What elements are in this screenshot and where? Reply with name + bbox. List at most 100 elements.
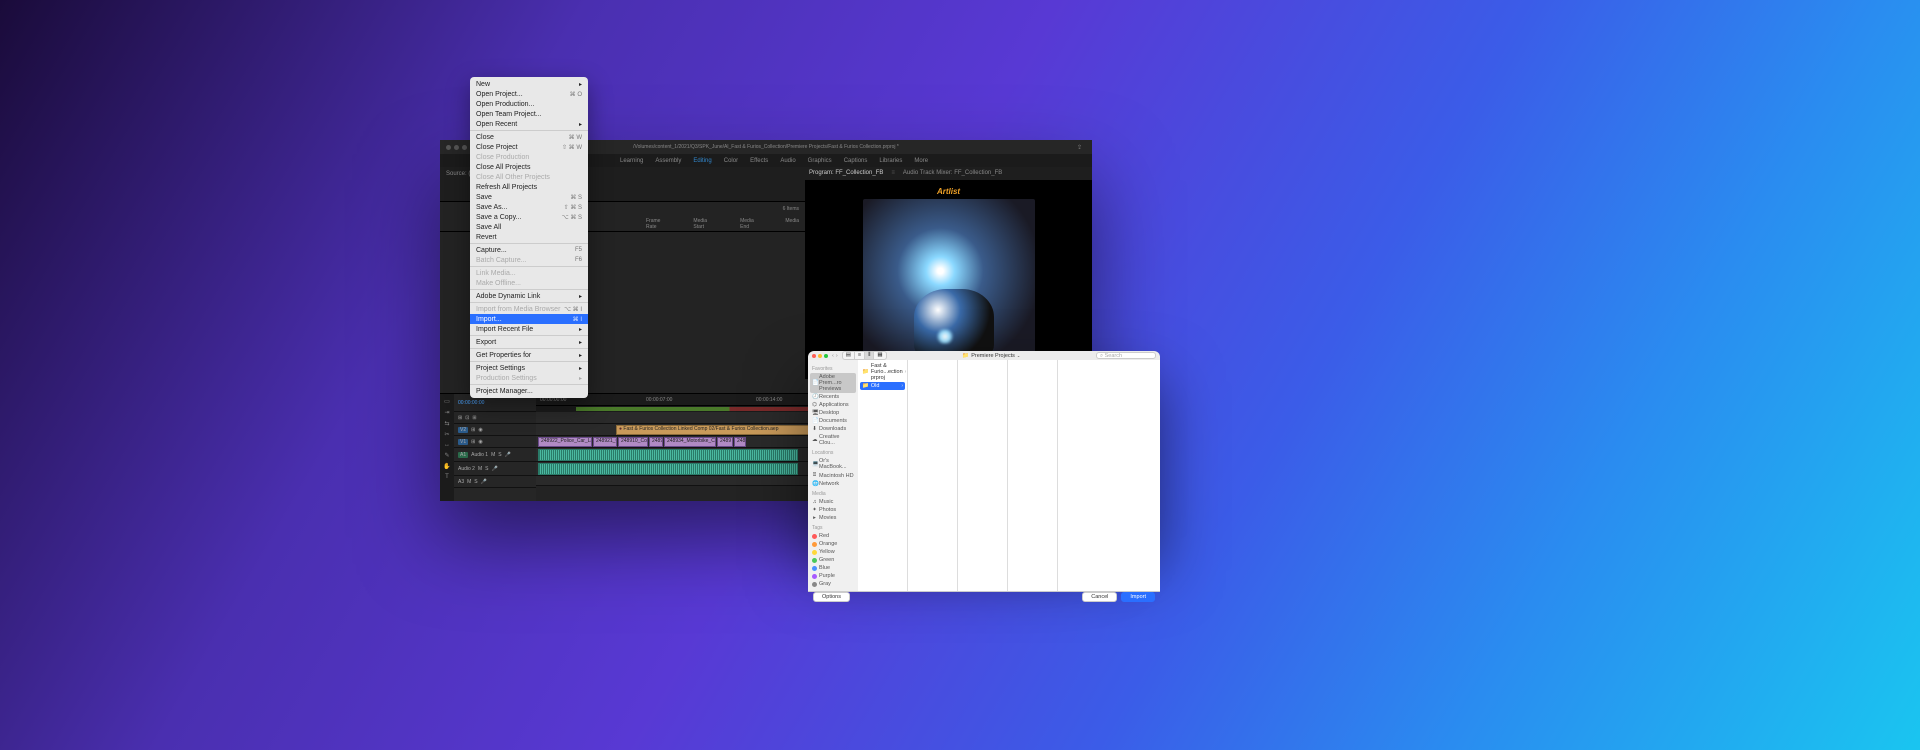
sidebar-item-or-s-macbook[interactable]: 💻Or's MacBook... (810, 457, 856, 471)
sidebar-item-green[interactable]: Green (810, 556, 856, 564)
sidebar-item-macintosh-hd[interactable]: ⌸Macintosh HD (810, 471, 856, 480)
sidebar-item-recents[interactable]: 🕘Recents (810, 393, 856, 401)
sidebar-item-purple[interactable]: Purple (810, 572, 856, 580)
file-item[interactable]: 📁Old› (860, 382, 905, 390)
share-icon[interactable]: ⇪ (1077, 144, 1082, 151)
menu-item-project-manager[interactable]: Project Manager... (470, 386, 588, 396)
menu-item-project-settings[interactable]: Project Settings▸ (470, 363, 588, 373)
sidebar-item-downloads[interactable]: ⬇︎Downloads (810, 425, 856, 433)
menu-item-new[interactable]: New▸ (470, 79, 588, 89)
audio-mixer-tab[interactable]: Audio Track Mixer: FF_Collection_FB (903, 170, 1002, 176)
linked-comp-clip[interactable]: ● Fast & Furios Collection Linked Comp 0… (616, 425, 816, 435)
sidebar-item-applications[interactable]: ⌬Applications (810, 401, 856, 409)
menu-item-open-team-project[interactable]: Open Team Project... (470, 109, 588, 119)
ws-assembly[interactable]: Assembly (655, 158, 681, 164)
menu-item-open-production[interactable]: Open Production... (470, 99, 588, 109)
type-icon[interactable]: T (445, 474, 449, 480)
col-mediastart[interactable]: Media Start (693, 218, 715, 230)
location-dropdown[interactable]: 📁Premiere Projects⌄ (891, 353, 1092, 359)
sidebar-item-photos[interactable]: ✦Photos (810, 506, 856, 514)
sidebar-group-label: Favorites (812, 366, 856, 372)
file-menu-dropdown: New▸Open Project...⌘ OOpen Production...… (470, 77, 588, 398)
menu-item-capture[interactable]: Capture...F5 (470, 245, 588, 255)
sidebar-item-documents[interactable]: 📄Documents (810, 417, 856, 425)
razor-icon[interactable]: ✂ (444, 431, 449, 438)
sidebar-item-music[interactable]: ♫Music (810, 498, 856, 506)
sidebar-item-yellow[interactable]: Yellow (810, 548, 856, 556)
pen-icon[interactable]: ✎ (444, 452, 449, 459)
menu-item-save-all[interactable]: Save All (470, 222, 588, 232)
cancel-button[interactable]: Cancel (1082, 592, 1117, 602)
ripple-edit-icon[interactable]: ⇆ (444, 420, 449, 427)
menu-item-open-recent[interactable]: Open Recent▸ (470, 119, 588, 129)
finder-sidebar: Favorites📄Adobe Prem...ro Previews🕘Recen… (808, 360, 858, 591)
forward-button[interactable]: › (836, 353, 838, 359)
timecode-display[interactable]: 00:00:00:00 (458, 400, 484, 406)
video-clip[interactable]: 248921_C (593, 437, 617, 447)
menu-item-get-properties-for[interactable]: Get Properties for▸ (470, 350, 588, 360)
col-framerate[interactable]: Frame Rate (646, 218, 668, 230)
view-mode-segment[interactable]: ▤≡⫴▦ (842, 351, 887, 360)
video-clip[interactable]: 2489 (717, 437, 733, 447)
ws-more[interactable]: More (914, 158, 928, 164)
sidebar-item-gray[interactable]: Gray (810, 580, 856, 588)
selection-tool-icon[interactable]: ▭ (444, 398, 450, 405)
sidebar-item-network[interactable]: 🌐Network (810, 480, 856, 488)
traffic-lights[interactable] (446, 145, 467, 150)
menu-item-close[interactable]: Close⌘ W (470, 132, 588, 142)
audio-clip-a1[interactable] (538, 449, 798, 461)
menu-item-save[interactable]: Save⌘ S (470, 192, 588, 202)
menu-item-open-project[interactable]: Open Project...⌘ O (470, 89, 588, 99)
track-v2-header[interactable]: V2⊞◉ (454, 424, 536, 436)
track-a2-header[interactable]: Audio 2MS🎤 (454, 462, 536, 476)
ws-captions[interactable]: Captions (844, 158, 868, 164)
menu-item-close-all-projects[interactable]: Close All Projects (470, 162, 588, 172)
menu-item-import[interactable]: Import...⌘ I (470, 314, 588, 324)
track-a3-header[interactable]: A3MS🎤 (454, 476, 536, 488)
sidebar-item-adobe-prem-ro-previews[interactable]: 📄Adobe Prem...ro Previews (810, 373, 856, 393)
options-button[interactable]: Options (813, 592, 850, 602)
ws-color[interactable]: Color (724, 158, 738, 164)
menu-item-refresh-all-projects[interactable]: Refresh All Projects (470, 182, 588, 192)
track-v1-header[interactable]: V1⊞◉ (454, 436, 536, 448)
sidebar-item-desktop[interactable]: 🖥Desktop (810, 409, 856, 417)
track-select-icon[interactable]: ⇥ (444, 409, 449, 416)
sidebar-item-red[interactable]: Red (810, 532, 856, 540)
video-clip[interactable]: 248 (734, 437, 746, 447)
sidebar-item-movies[interactable]: ▸Movies (810, 514, 856, 522)
menu-item-save-as[interactable]: Save As...⇧ ⌘ S (470, 202, 588, 212)
menu-item-import-recent-file[interactable]: Import Recent File▸ (470, 324, 588, 334)
menu-item-adobe-dynamic-link[interactable]: Adobe Dynamic Link▸ (470, 291, 588, 301)
audio-clip-a2[interactable] (538, 463, 798, 475)
import-button[interactable]: Import (1121, 592, 1155, 602)
sidebar-item-orange[interactable]: Orange (810, 540, 856, 548)
ws-effects[interactable]: Effects (750, 158, 768, 164)
video-clip[interactable]: 248922_Police_Car_Late_Cop_By_F (538, 437, 592, 447)
back-button[interactable]: ‹ (832, 353, 834, 359)
slip-icon[interactable]: ↔ (444, 442, 450, 448)
hand-icon[interactable]: ✋ (443, 463, 450, 470)
sidebar-item-creative-clou[interactable]: ☁︎Creative Clou... (810, 433, 856, 447)
traffic-lights[interactable] (812, 354, 828, 358)
file-item[interactable]: 📁Fast & Furio...ection prproj› (860, 362, 905, 382)
menu-item-revert[interactable]: Revert (470, 232, 588, 242)
col-mediaend[interactable]: Media End (740, 218, 760, 230)
menu-item-save-a-copy[interactable]: Save a Copy...⌥ ⌘ S (470, 212, 588, 222)
ws-editing[interactable]: Editing (693, 158, 711, 164)
sidebar-item-blue[interactable]: Blue (810, 564, 856, 572)
ws-audio[interactable]: Audio (780, 158, 795, 164)
col-media[interactable]: Media (785, 218, 799, 230)
track-a1-header[interactable]: A1Audio 1MS🎤 (454, 448, 536, 462)
ws-libraries[interactable]: Libraries (879, 158, 902, 164)
video-clip[interactable]: 248910_Cop (618, 437, 648, 447)
search-field[interactable]: ⌕ Search (1096, 352, 1156, 359)
video-clip[interactable]: 2489 (649, 437, 663, 447)
video-clip[interactable]: 248934_Motorbike_C (664, 437, 716, 447)
program-tab[interactable]: Program: FF_Collection_FB (809, 170, 883, 176)
menu-item-export[interactable]: Export▸ (470, 337, 588, 347)
finder-columns[interactable]: 📁Fast & Furio...ection prproj›📁Old› (858, 360, 1160, 591)
ws-learning[interactable]: Learning (620, 158, 643, 164)
ws-graphics[interactable]: Graphics (808, 158, 832, 164)
menu-item-close-project[interactable]: Close Project⇧ ⌘ W (470, 142, 588, 152)
program-monitor[interactable]: Artlist (805, 181, 1092, 379)
